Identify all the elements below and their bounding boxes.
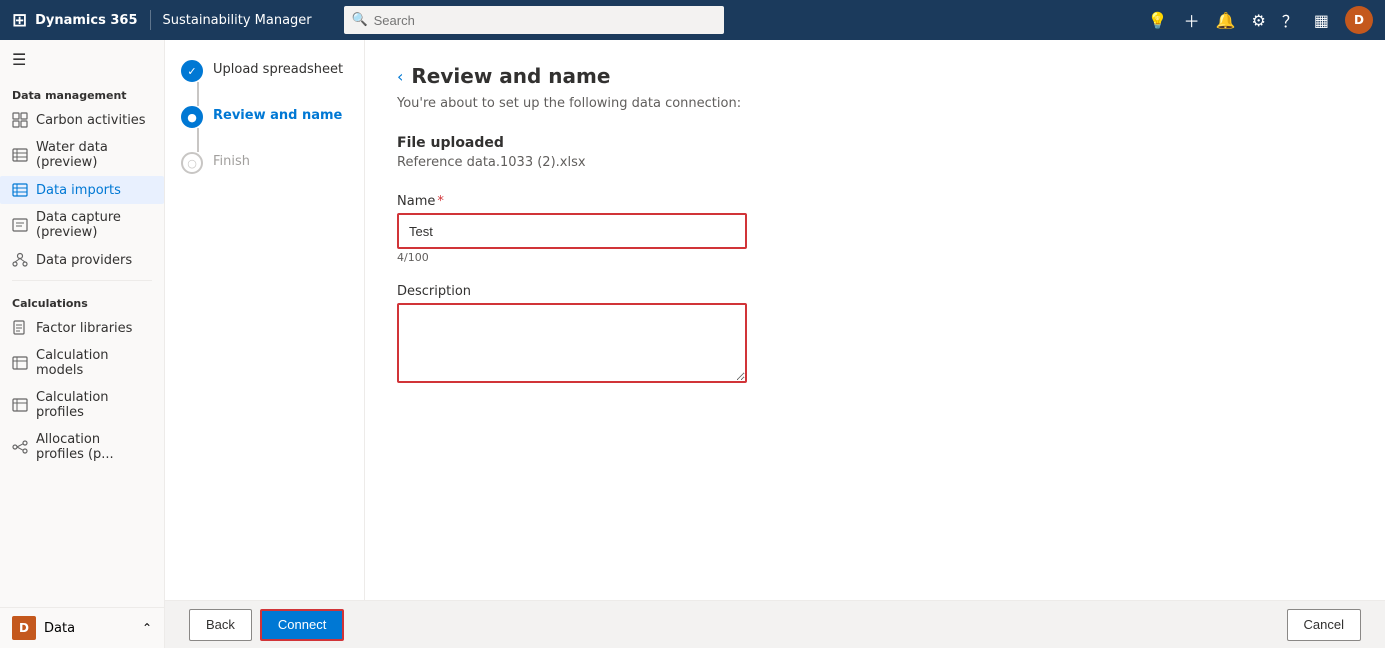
section-label-calculations: Calculations	[0, 287, 164, 314]
sidebar-item-calculation-models[interactable]: Calculation models	[0, 342, 164, 384]
providers-icon	[12, 252, 28, 268]
steps-panel: ✓ Upload spreadsheet ● Review and name ○…	[165, 40, 365, 648]
sidebar-item-water-data[interactable]: Water data (preview)	[0, 134, 164, 176]
step-connector-2	[197, 128, 199, 152]
step-circle-upload: ✓	[181, 60, 203, 82]
sidebar-item-allocation-profiles[interactable]: Allocation profiles (p...	[0, 426, 164, 468]
step-finish: ○ Finish	[181, 152, 348, 174]
topbar-actions: 💡 ＋ 🔔 ⚙ ？ ▦ D	[1148, 6, 1373, 34]
water-data-label: Water data (preview)	[36, 140, 152, 170]
allocation-profiles-label: Allocation profiles (p...	[36, 432, 152, 462]
sidebar-bottom-label: Data	[44, 621, 75, 636]
content-area: ✓ Upload spreadsheet ● Review and name ○…	[165, 40, 1385, 648]
import-icon	[12, 182, 28, 198]
table-icon	[12, 112, 28, 128]
sidebar-item-calculation-profiles[interactable]: Calculation profiles	[0, 384, 164, 426]
step-upload: ✓ Upload spreadsheet	[181, 60, 348, 106]
page-subtitle: You're about to set up the following dat…	[397, 96, 1353, 111]
capture-icon	[12, 217, 28, 233]
factor-icon	[12, 320, 28, 336]
panel-icon[interactable]: ▦	[1314, 11, 1329, 30]
water-icon	[12, 147, 28, 163]
page-header: ‹ Review and name	[397, 64, 1353, 88]
app-suite-logo[interactable]: ⊞ Dynamics 365	[12, 10, 138, 31]
expand-icon: ⌃	[142, 621, 152, 635]
factor-libraries-label: Factor libraries	[36, 321, 132, 336]
search-bar[interactable]: 🔍	[344, 6, 724, 34]
sidebar-bottom-data[interactable]: D Data ⌃	[0, 607, 164, 648]
file-section: File uploaded Reference data.1033 (2).xl…	[397, 135, 1353, 170]
app-suite-name: Dynamics 365	[35, 13, 137, 28]
calculation-models-label: Calculation models	[36, 348, 152, 378]
step-label-review: Review and name	[213, 106, 342, 123]
sidebar-item-carbon-activities[interactable]: Carbon activities	[0, 106, 164, 134]
description-field-group: Description	[397, 284, 1353, 387]
required-indicator: *	[437, 194, 444, 209]
search-input[interactable]	[344, 6, 724, 34]
main-layout: ☰ Data management Carbon activities Wate…	[0, 40, 1385, 648]
data-icon: D	[12, 616, 36, 640]
lightbulb-icon[interactable]: 💡	[1148, 11, 1168, 30]
step-review: ● Review and name	[181, 106, 348, 152]
sidebar-item-data-imports[interactable]: Data imports	[0, 176, 164, 204]
calculation-profiles-label: Calculation profiles	[36, 390, 152, 420]
sidebar: ☰ Data management Carbon activities Wate…	[0, 40, 165, 648]
form-area: ‹ Review and name You're about to set up…	[365, 40, 1385, 648]
step-label-finish: Finish	[213, 152, 250, 169]
profile-icon	[12, 397, 28, 413]
back-icon[interactable]: ‹	[397, 67, 403, 86]
search-icon: 🔍	[352, 13, 368, 28]
waffle-icon[interactable]: ⊞	[12, 10, 27, 31]
hamburger-button[interactable]: ☰	[0, 40, 164, 79]
carbon-activities-label: Carbon activities	[36, 113, 146, 128]
description-label: Description	[397, 284, 1353, 299]
file-section-title: File uploaded	[397, 135, 1353, 151]
description-input[interactable]	[397, 303, 747, 383]
sidebar-item-data-providers[interactable]: Data providers	[0, 246, 164, 274]
sidebar-item-factor-libraries[interactable]: Factor libraries	[0, 314, 164, 342]
topbar-divider	[150, 10, 151, 30]
allocation-icon	[12, 439, 28, 455]
page-title: Review and name	[411, 64, 610, 88]
file-name: Reference data.1033 (2).xlsx	[397, 155, 1353, 170]
sidebar-item-data-capture[interactable]: Data capture (preview)	[0, 204, 164, 246]
data-capture-label: Data capture (preview)	[36, 210, 152, 240]
bottom-bar: Back Connect Cancel	[165, 600, 1385, 648]
connect-button[interactable]: Connect	[260, 609, 344, 641]
name-input[interactable]	[397, 213, 747, 249]
char-count: 4/100	[397, 251, 1353, 264]
section-label-data-management: Data management	[0, 79, 164, 106]
back-button[interactable]: Back	[189, 609, 252, 641]
app-name: Sustainability Manager	[163, 13, 312, 28]
name-field-group: Name* 4/100	[397, 194, 1353, 264]
add-icon[interactable]: ＋	[1184, 8, 1200, 32]
step-label-upload: Upload spreadsheet	[213, 60, 343, 77]
data-imports-label: Data imports	[36, 183, 121, 198]
step-circle-finish: ○	[181, 152, 203, 174]
topbar: ⊞ Dynamics 365 Sustainability Manager 🔍 …	[0, 0, 1385, 40]
notification-icon[interactable]: 🔔	[1216, 11, 1236, 30]
model-icon	[12, 355, 28, 371]
settings-icon[interactable]: ⚙	[1252, 11, 1266, 30]
sidebar-divider	[12, 280, 152, 281]
avatar[interactable]: D	[1345, 6, 1373, 34]
step-connector-1	[197, 82, 199, 106]
data-providers-label: Data providers	[36, 253, 132, 268]
step-circle-review: ●	[181, 106, 203, 128]
cancel-button[interactable]: Cancel	[1287, 609, 1361, 641]
help-icon[interactable]: ？	[1282, 8, 1298, 32]
name-label: Name*	[397, 194, 1353, 209]
